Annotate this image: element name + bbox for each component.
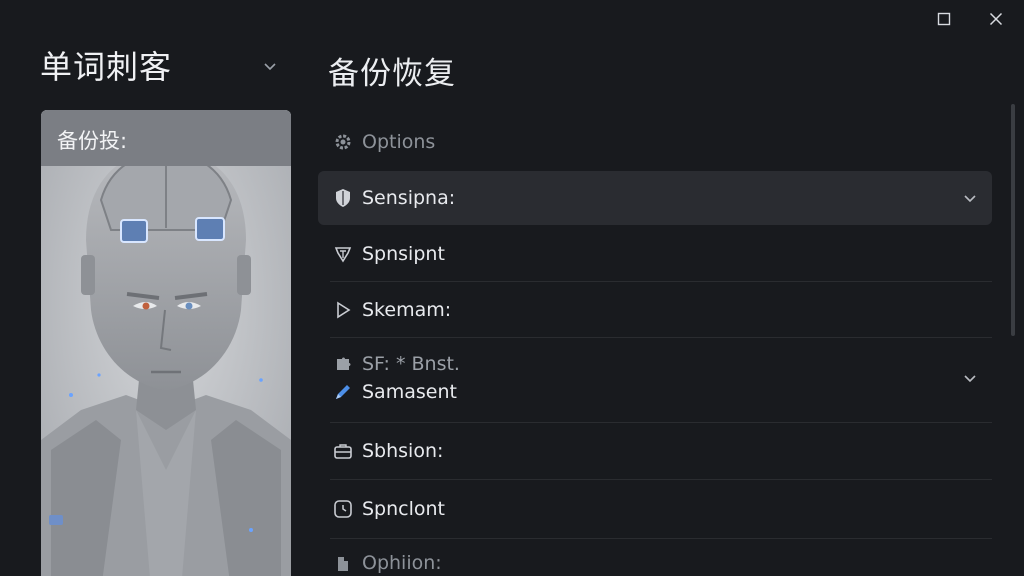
menu-item-label: Spnsipnt [362, 243, 445, 265]
menu-item-label: Spnclont [362, 498, 446, 520]
menu-item-sbhsion[interactable]: Sbhsion: [318, 424, 992, 478]
maximize-button[interactable] [924, 4, 964, 34]
divider [330, 538, 992, 539]
document-icon [332, 552, 354, 574]
maximize-icon [937, 12, 951, 26]
menu-subrow: Samasent [332, 381, 457, 403]
card-header: 备份投: [41, 110, 291, 166]
android-portrait-image [41, 110, 291, 576]
app-title: 单词刺客 [40, 48, 173, 86]
divider [330, 422, 992, 423]
close-icon [989, 12, 1003, 26]
close-button[interactable] [976, 4, 1016, 34]
menu-item-spnsipnt[interactable]: Spnsipnt [318, 227, 992, 281]
pen-icon [332, 381, 354, 403]
menu-item-group-samasent[interactable]: SF: * Bnst. Samasent [318, 348, 992, 420]
menu-item-sensipna[interactable]: Sensipna: [318, 171, 992, 225]
puzzle-icon [332, 353, 354, 375]
chevron-down-icon[interactable] [958, 186, 982, 210]
divider [330, 337, 992, 338]
play-icon [332, 299, 354, 321]
card-header-label: 备份投: [57, 129, 128, 153]
scrollbar[interactable] [1011, 104, 1015, 336]
menu-item-label: Samasent [362, 381, 457, 403]
menu-item-label: Skemam: [362, 299, 452, 321]
app-window: 单词刺客 备份投: 备份恢复 Options Sensipna: Spnsipn… [0, 0, 1024, 576]
menu-item-spnclont[interactable]: Spnclont [318, 482, 992, 536]
emblem-icon [332, 243, 354, 265]
menu-item-label: Sbhsion: [362, 440, 444, 462]
menu-item-options[interactable]: Options [318, 115, 992, 169]
chevron-down-icon [264, 63, 276, 71]
chevron-down-icon[interactable] [958, 366, 982, 390]
menu-item-label: Sensipna: [362, 187, 456, 209]
shield-icon [332, 187, 354, 209]
gear-icon [332, 131, 354, 153]
divider [330, 281, 992, 282]
clock-icon [332, 498, 354, 520]
divider [330, 479, 992, 480]
menu-item-label: SF: * Bnst. [362, 353, 460, 375]
app-menu-dropdown[interactable] [258, 54, 282, 78]
briefcase-icon [332, 440, 354, 462]
backup-card[interactable]: 备份投: [41, 110, 291, 576]
page-title: 备份恢复 [328, 56, 456, 92]
menu-item-label: Ophiion: [362, 552, 442, 574]
menu-item-skemam[interactable]: Skemam: [318, 283, 992, 337]
menu-subrow: SF: * Bnst. [332, 353, 460, 375]
menu-item-ophiion[interactable]: Ophiion: [318, 540, 992, 576]
menu-item-label: Options [362, 131, 436, 153]
